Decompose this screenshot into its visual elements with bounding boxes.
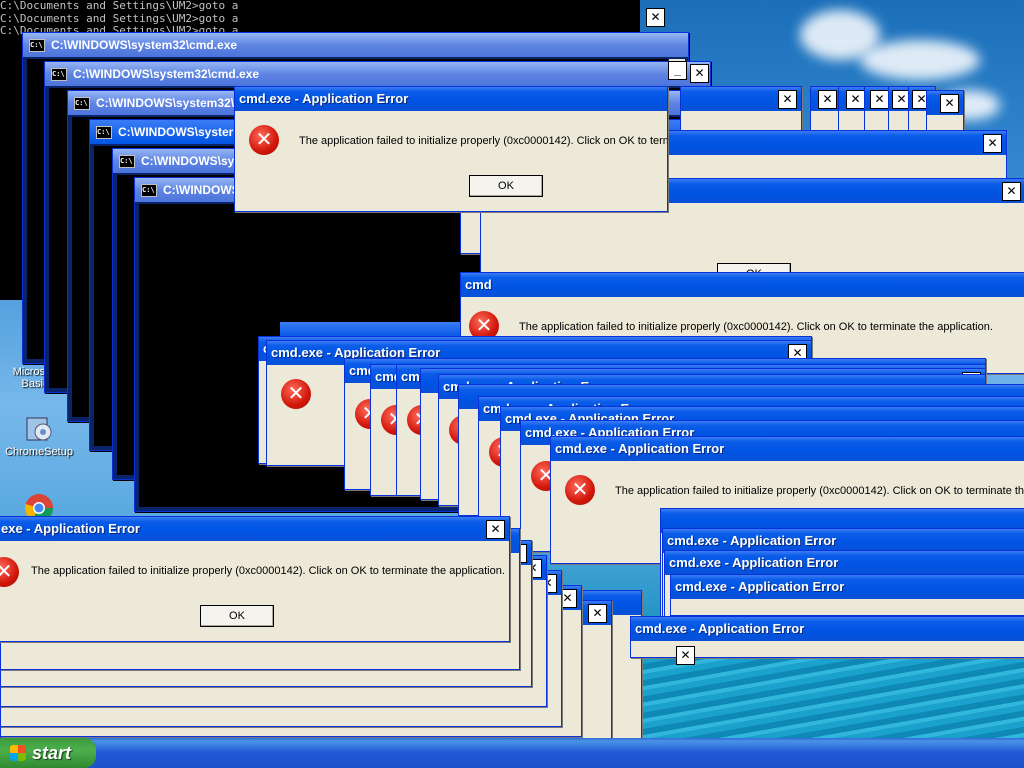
close-icon[interactable]: ✕ xyxy=(646,8,665,27)
close-icon[interactable]: ✕ xyxy=(676,646,695,665)
error-dialog[interactable]: exe - Application Error ✕ ✕ The applicati… xyxy=(0,516,510,642)
window-title: C:\WINDOWS\system32\cmd.exe xyxy=(73,67,260,81)
dialog-title: cmd.exe - Application Error xyxy=(667,533,837,548)
taskbar: start xyxy=(0,738,1024,768)
dialog-title: cmd.exe - Application Error xyxy=(239,91,409,106)
start-label: start xyxy=(32,743,72,763)
cmd-icon: C:\ xyxy=(74,96,90,110)
dialog-title: exe - Application Error xyxy=(1,521,140,536)
desktop-icon-label: ChromeSetup xyxy=(5,446,73,458)
close-icon[interactable]: ✕ xyxy=(1002,182,1021,201)
desktop-background: Microsoft Basic ChromeSetup C:\Documents… xyxy=(0,0,1024,738)
window-title: C:\WINDOWS\system32\cmd.exe xyxy=(51,38,238,52)
error-message: The application failed to initialize pro… xyxy=(519,321,993,333)
dialog-title: cmd.exe - Application Error xyxy=(635,621,805,636)
close-icon[interactable]: ✕ xyxy=(983,134,1002,153)
error-icon: ✕ xyxy=(281,379,311,409)
cmd-icon: C:\ xyxy=(119,154,135,168)
start-button[interactable]: start xyxy=(0,738,96,768)
window-title: C:\WINDOWS\syster xyxy=(118,125,234,139)
error-dialog[interactable]: cmd.exe - Application Error ✕ The applic… xyxy=(234,86,668,212)
setup-icon xyxy=(26,417,52,441)
console-line: C:\Documents and Settings\UM2>goto a xyxy=(0,0,239,12)
dialog-title: cmd xyxy=(465,277,492,292)
dialog-title: cmd.exe - Application Error xyxy=(675,579,845,594)
close-icon[interactable]: ✕ xyxy=(846,90,865,109)
desktop-icon-chromesetup[interactable]: ChromeSetup xyxy=(4,412,74,458)
dialog-title: cmd.exe - Application Error xyxy=(555,441,725,456)
cmd-icon: C:\ xyxy=(141,183,157,197)
cmd-icon: C:\ xyxy=(29,38,45,52)
error-dialog[interactable]: cmd.exe - Application Error xyxy=(670,574,1024,616)
close-icon[interactable]: ✕ xyxy=(778,90,797,109)
close-icon[interactable]: ✕ xyxy=(870,90,889,109)
ok-button[interactable]: OK xyxy=(200,605,274,627)
error-icon: ✕ xyxy=(0,557,19,587)
close-icon[interactable]: ✕ xyxy=(690,64,709,83)
error-message: The application failed to initialize pro… xyxy=(299,135,667,147)
close-icon[interactable]: ✕ xyxy=(940,94,959,113)
close-icon[interactable]: ✕ xyxy=(588,604,607,623)
close-icon[interactable]: ✕ xyxy=(818,90,837,109)
minimize-icon[interactable]: _ xyxy=(668,61,687,80)
cmd-icon: C:\ xyxy=(96,125,112,139)
error-icon: ✕ xyxy=(249,125,279,155)
error-icon: ✕ xyxy=(565,475,595,505)
ok-button[interactable]: OK xyxy=(469,175,543,197)
windows-flag-icon xyxy=(10,745,26,761)
error-message: The application failed to initialize pro… xyxy=(31,565,505,577)
cmd-icon: C:\ xyxy=(51,67,67,81)
close-icon[interactable]: ✕ xyxy=(486,520,505,539)
dialog-title: cmd.exe - Application Error xyxy=(669,555,839,570)
error-message: The application failed to initialize pro… xyxy=(615,485,1024,497)
